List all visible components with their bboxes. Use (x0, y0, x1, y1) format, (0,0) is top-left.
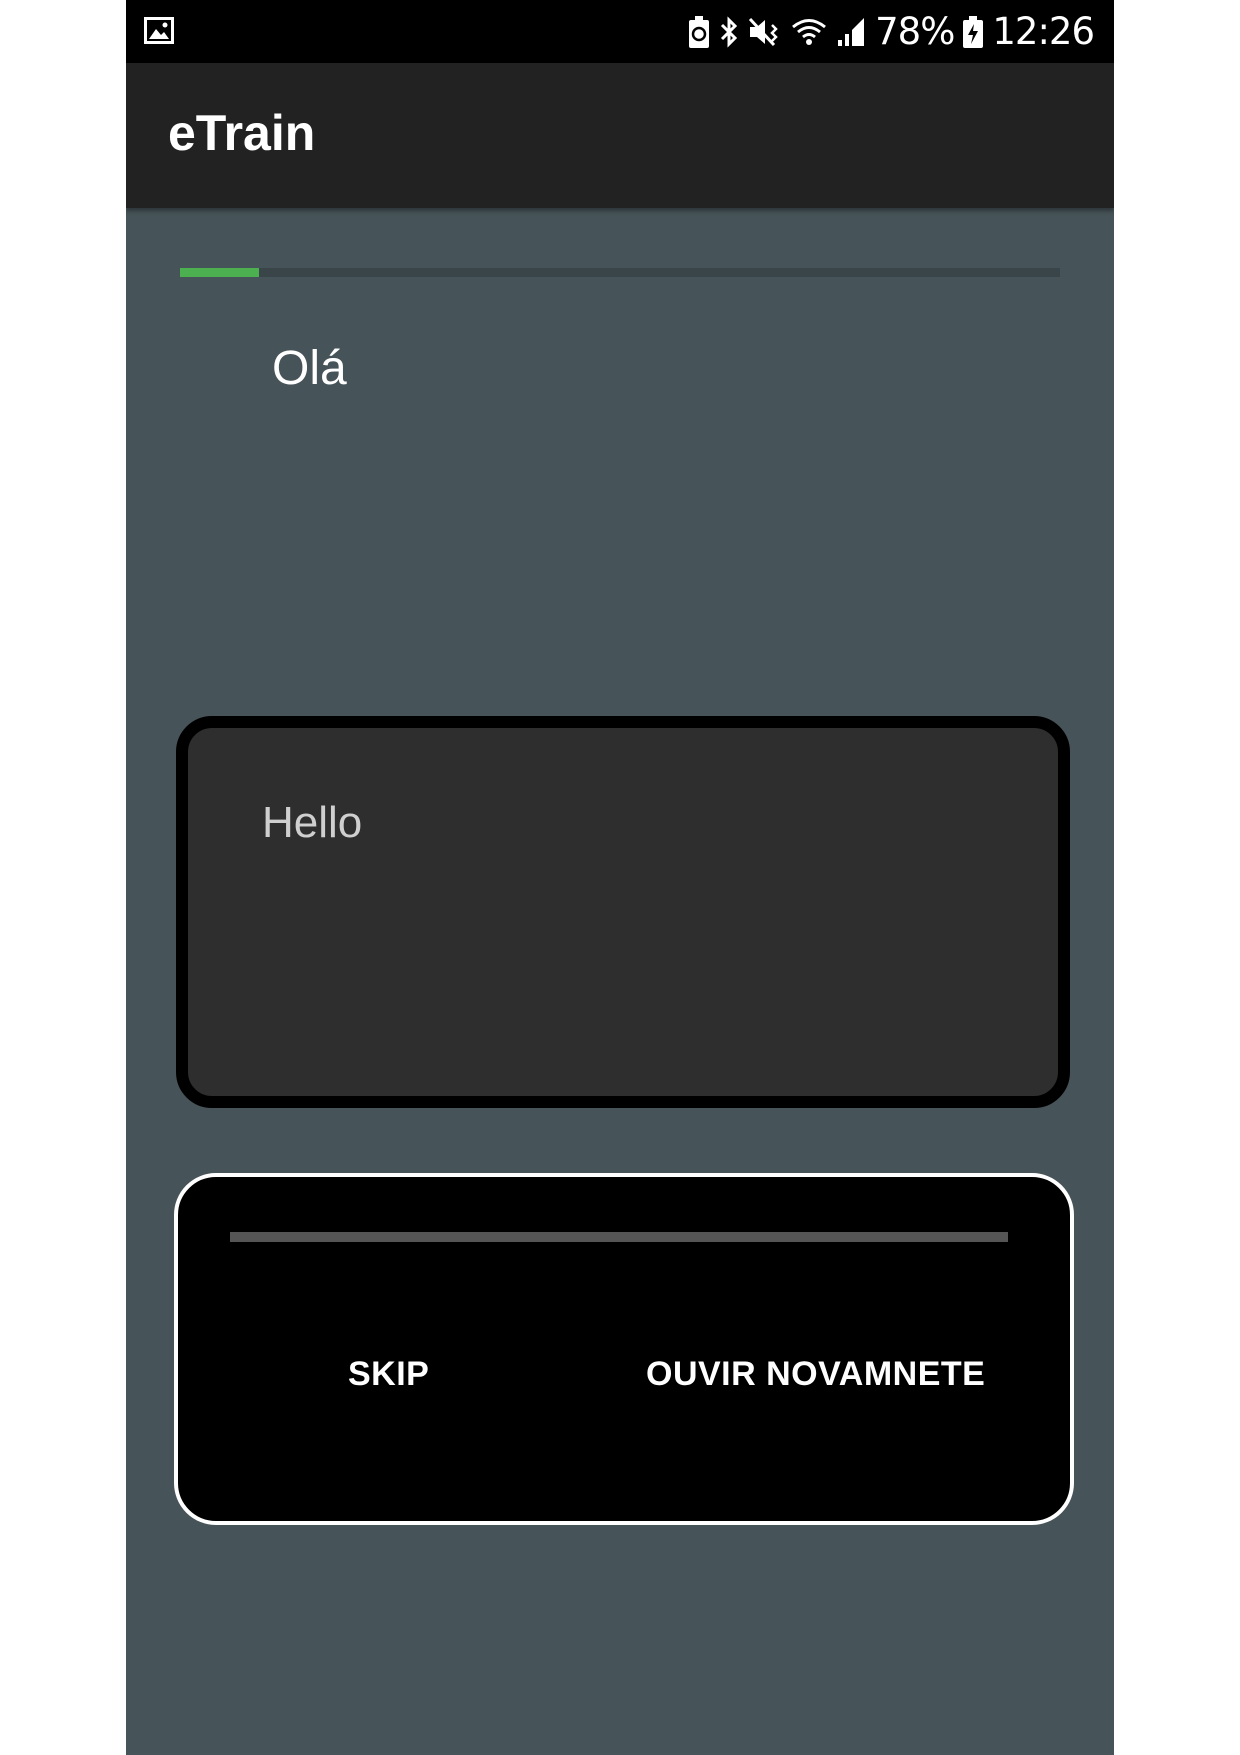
app-bar: eTrain (126, 63, 1114, 208)
audio-progress-bar[interactable] (230, 1232, 1008, 1242)
signal-icon (836, 16, 866, 48)
status-icons: 78% 12:26 (688, 0, 1095, 63)
lesson-progress-bar (180, 268, 1060, 277)
answer-text: Hello (262, 798, 363, 847)
answer-card[interactable]: Hello (176, 716, 1070, 1108)
action-panel: SKIP OUVIR NOVAMNETE (174, 1173, 1074, 1525)
lesson-progress-fill (180, 268, 260, 277)
battery-saver-icon (688, 15, 710, 48)
status-time: 12:26 (992, 10, 1095, 53)
wifi-icon (791, 16, 827, 48)
battery-charging-icon (963, 15, 984, 48)
skip-button[interactable]: SKIP (348, 1357, 429, 1391)
bluetooth-icon (719, 15, 739, 48)
image-notification-icon (144, 17, 174, 44)
status-bar: 78% 12:26 (126, 0, 1114, 63)
mute-vibrate-icon (748, 16, 782, 48)
app-title: eTrain (168, 105, 316, 161)
phone-screen: 78% 12:26 eTrain Olá Hello SKIP OUVIR NO… (126, 0, 1114, 1755)
battery-percent: 78% (875, 10, 955, 53)
listen-again-button[interactable]: OUVIR NOVAMNETE (646, 1357, 985, 1391)
prompt-word: Olá (272, 342, 347, 395)
